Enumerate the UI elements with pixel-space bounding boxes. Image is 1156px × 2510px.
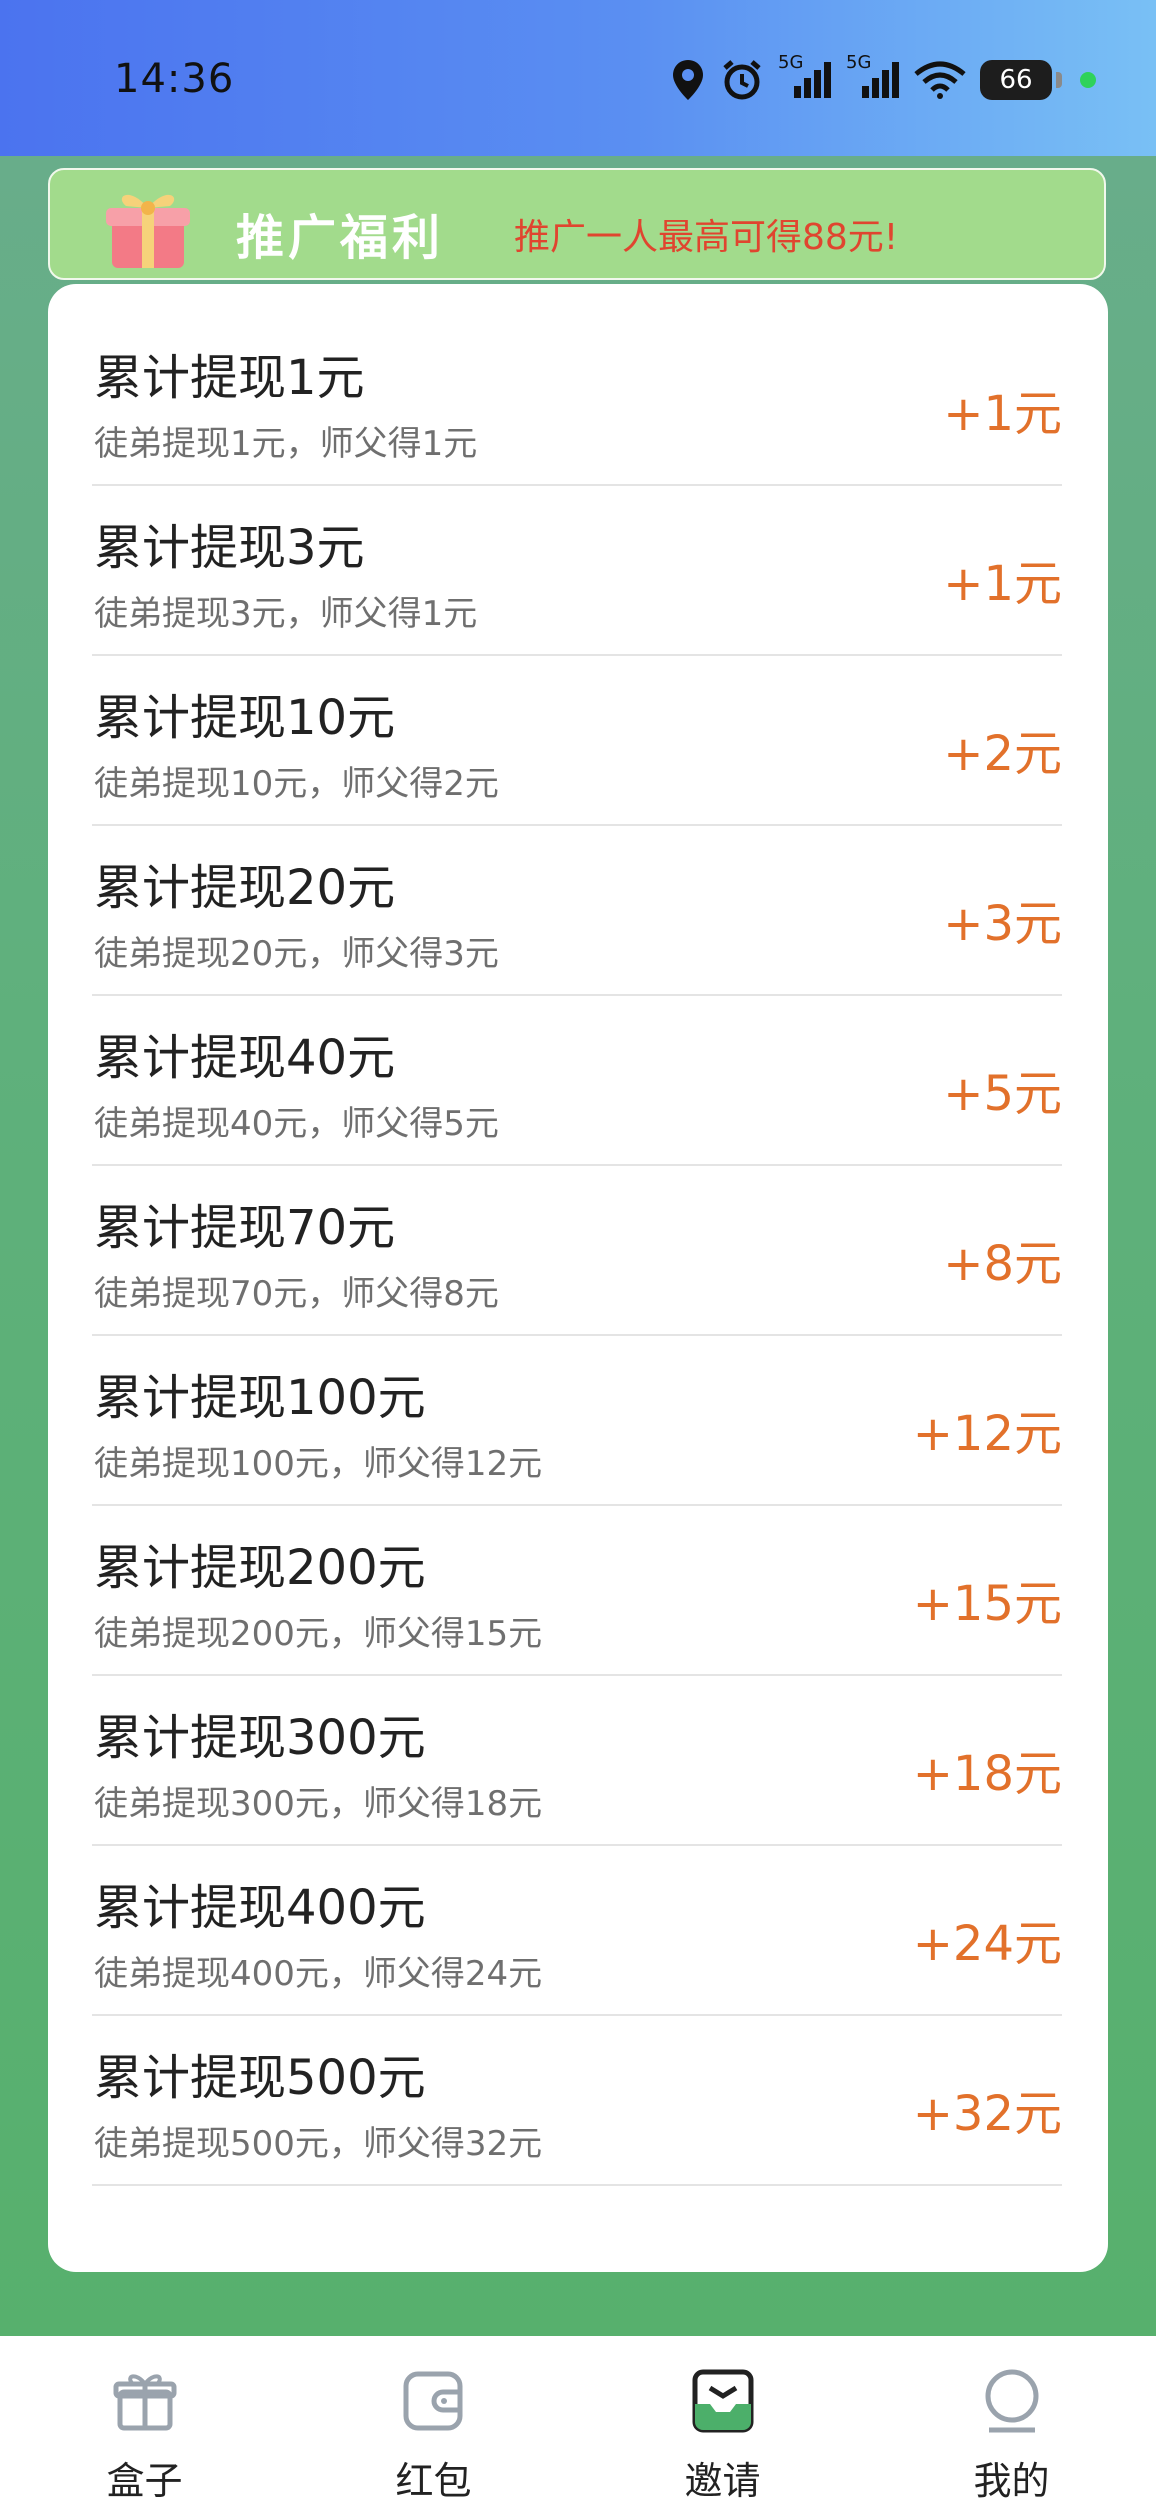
reward-title: 累计提现70元 (94, 1200, 396, 1256)
reward-amount: +1元 (943, 386, 1062, 442)
reward-description: 徒弟提现70元，师父得8元 (94, 1274, 499, 1314)
battery-icon: 66 (980, 60, 1062, 100)
alarm-icon (720, 58, 764, 102)
reward-title: 累计提现10元 (94, 690, 396, 746)
reward-title: 累计提现1元 (94, 350, 365, 406)
tab-box[interactable]: 盒子 (0, 2336, 289, 2510)
tab-red-packet[interactable]: 红包 (289, 2336, 578, 2510)
reward-row: 累计提现200元 徒弟提现200元，师父得15元 +15元 (92, 1506, 1062, 1676)
reward-description: 徒弟提现300元，师父得18元 (94, 1784, 543, 1824)
reward-description: 徒弟提现1元，师父得1元 (94, 424, 478, 464)
wifi-icon (914, 60, 966, 100)
tab-invite[interactable]: 邀请 (578, 2336, 867, 2510)
reward-title: 累计提现3元 (94, 520, 365, 576)
profile-icon (979, 2368, 1045, 2434)
reward-description: 徒弟提现3元，师父得1元 (94, 594, 478, 634)
reward-description: 徒弟提现100元，师父得12元 (94, 1444, 543, 1484)
status-bar: 14:36 5G 5G 66 (0, 0, 1156, 156)
status-icons: 5G 5G 66 (670, 52, 1096, 108)
reward-amount: +24元 (912, 1916, 1062, 1972)
reward-title: 累计提现300元 (94, 1710, 426, 1766)
reward-row: 累计提现10元 徒弟提现10元，师父得2元 +2元 (92, 656, 1062, 826)
privacy-indicator-dot (1080, 72, 1096, 88)
reward-description: 徒弟提现200元，师父得15元 (94, 1614, 543, 1654)
reward-title: 累计提现400元 (94, 1880, 426, 1936)
invite-inbox-icon (690, 2368, 756, 2434)
gift-box-icon (100, 182, 196, 272)
reward-row: 累计提现3元 徒弟提现3元，师父得1元 +1元 (92, 486, 1062, 656)
gift-box-icon (112, 2368, 178, 2434)
banner-subtitle: 推广一人最高可得88元! (514, 217, 899, 258)
promo-banner: 推广福利 推广一人最高可得88元! (48, 168, 1106, 280)
reward-amount: +32元 (912, 2086, 1062, 2142)
reward-description: 徒弟提现400元，师父得24元 (94, 1954, 543, 1994)
status-time: 14:36 (114, 56, 235, 102)
reward-title: 累计提现500元 (94, 2050, 426, 2106)
reward-row: 累计提现70元 徒弟提现70元，师父得8元 +8元 (92, 1166, 1062, 1336)
tab-label: 红包 (395, 2459, 472, 2503)
signal-1-icon: 5G (778, 52, 832, 100)
reward-list: 累计提现1元 徒弟提现1元，师父得1元 +1元 累计提现3元 徒弟提现3元，师父… (92, 316, 1062, 2186)
reward-row: 累计提现300元 徒弟提现300元，师父得18元 +18元 (92, 1676, 1062, 1846)
tab-mine[interactable]: 我的 (867, 2336, 1156, 2510)
reward-card: 累计提现1元 徒弟提现1元，师父得1元 +1元 累计提现3元 徒弟提现3元，师父… (48, 284, 1108, 2272)
reward-row: 累计提现500元 徒弟提现500元，师父得32元 +32元 (92, 2016, 1062, 2186)
signal-2-label: 5G (846, 52, 872, 73)
bottom-tab-bar: 盒子 红包 邀请 我的 (0, 2336, 1156, 2510)
location-icon (670, 58, 706, 102)
wallet-icon (401, 2368, 467, 2434)
reward-row: 累计提现20元 徒弟提现20元，师父得3元 +3元 (92, 826, 1062, 996)
reward-row: 累计提现100元 徒弟提现100元，师父得12元 +12元 (92, 1336, 1062, 1506)
signal-1-label: 5G (778, 52, 804, 73)
tab-label: 盒子 (106, 2459, 183, 2503)
reward-description: 徒弟提现10元，师父得2元 (94, 764, 499, 804)
reward-amount: +2元 (943, 726, 1062, 782)
banner-title: 推广福利 (236, 210, 445, 266)
reward-amount: +8元 (943, 1236, 1062, 1292)
reward-title: 累计提现100元 (94, 1370, 426, 1426)
reward-description: 徒弟提现500元，师父得32元 (94, 2124, 543, 2164)
tab-label: 我的 (973, 2459, 1050, 2503)
reward-description: 徒弟提现40元，师父得5元 (94, 1104, 499, 1144)
reward-title: 累计提现20元 (94, 860, 396, 916)
reward-amount: +3元 (943, 896, 1062, 952)
tab-label: 邀请 (684, 2459, 761, 2503)
reward-row: 累计提现400元 徒弟提现400元，师父得24元 +24元 (92, 1846, 1062, 2016)
reward-title: 累计提现40元 (94, 1030, 396, 1086)
reward-title: 累计提现200元 (94, 1540, 426, 1596)
reward-row: 累计提现1元 徒弟提现1元，师父得1元 +1元 (92, 316, 1062, 486)
reward-amount: +12元 (912, 1406, 1062, 1462)
reward-amount: +15元 (912, 1576, 1062, 1632)
reward-amount: +18元 (912, 1746, 1062, 1802)
reward-row: 累计提现40元 徒弟提现40元，师父得5元 +5元 (92, 996, 1062, 1166)
signal-2-icon: 5G (846, 52, 900, 100)
reward-amount: +5元 (943, 1066, 1062, 1122)
reward-description: 徒弟提现20元，师父得3元 (94, 934, 499, 974)
reward-amount: +1元 (943, 556, 1062, 612)
